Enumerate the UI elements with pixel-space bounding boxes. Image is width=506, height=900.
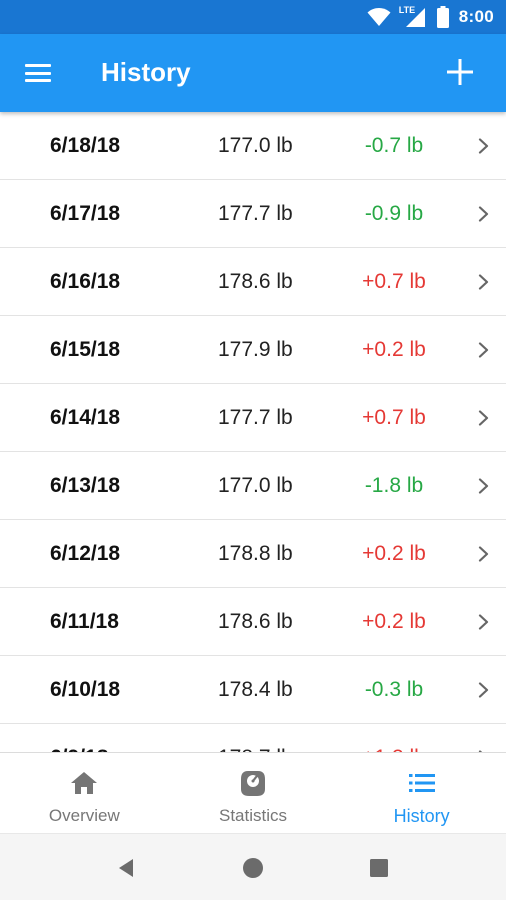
plus-icon (447, 59, 473, 85)
entry-date: 6/13/18 (50, 474, 121, 497)
scale-icon (238, 769, 268, 797)
battery-icon (436, 6, 449, 28)
history-row[interactable]: 6/18/18 177.0 lb -0.7 lb (0, 112, 506, 180)
entry-weight: 178.8 lb (218, 542, 293, 565)
history-row[interactable]: 6/16/18 178.6 lb +0.7 lb (0, 248, 506, 316)
history-list[interactable]: 6/18/18 177.0 lb -0.7 lb 6/17/18 177.7 lb -0.… (0, 112, 506, 752)
entry-date: 6/15/18 (50, 338, 121, 361)
entry-weight: 177.9 lb (218, 338, 293, 361)
list-icon (407, 769, 437, 797)
add-entry-button[interactable] (442, 54, 478, 90)
tab-history[interactable]: History (337, 753, 506, 833)
home-circle-icon (243, 858, 263, 878)
network-type-label: LTE (398, 5, 416, 15)
entry-weight: 178.6 lb (218, 610, 293, 633)
history-row[interactable]: 6/12/18 178.8 lb +0.2 lb (0, 520, 506, 588)
history-row[interactable]: 6/9/18 178.7 lb +1.3 lb (0, 724, 506, 752)
entry-change: +1.3 lb (356, 724, 432, 752)
entry-date: 6/12/18 (50, 542, 121, 565)
tab-overview-label: Overview (48, 806, 120, 825)
chevron-right-icon (478, 274, 489, 290)
system-navigation-bar (0, 833, 506, 900)
entry-change: +0.2 lb (362, 338, 426, 361)
wifi-icon (367, 8, 391, 26)
status-icons: LTE 8:00 (367, 0, 494, 34)
entry-weight: 178.4 lb (218, 678, 293, 701)
menu-icon-bar (25, 79, 51, 82)
entry-weight: 178.7 lb (218, 724, 293, 752)
entry-change: -1.8 lb (364, 474, 424, 497)
chevron-right-icon (478, 682, 489, 698)
chevron-right-icon (478, 138, 489, 154)
entry-weight: 177.7 lb (218, 202, 293, 225)
chevron-right-icon (478, 614, 489, 630)
back-icon (119, 859, 133, 877)
status-bar: LTE 8:00 (0, 0, 506, 34)
tab-history-label: History (393, 806, 450, 826)
entry-weight: 177.7 lb (218, 406, 293, 429)
chevron-right-icon (478, 342, 489, 358)
home-button[interactable] (241, 856, 265, 880)
app-bar: History (0, 34, 506, 112)
chevron-right-icon (478, 206, 489, 222)
entry-weight: 177.0 lb (218, 474, 293, 497)
page-title: History (101, 57, 191, 87)
history-row[interactable]: 6/17/18 177.7 lb -0.9 lb (0, 180, 506, 248)
entry-date: 6/18/18 (50, 134, 121, 157)
entry-change: +0.7 lb (362, 270, 426, 293)
chevron-right-icon (478, 546, 489, 562)
history-row[interactable]: 6/10/18 178.4 lb -0.3 lb (0, 656, 506, 724)
status-time: 8:00 (458, 7, 494, 26)
chevron-right-icon (478, 410, 489, 426)
entry-date: 6/16/18 (50, 270, 121, 293)
entry-change: -0.9 lb (364, 202, 424, 225)
entry-date: 6/14/18 (50, 406, 121, 429)
entry-change: -0.7 lb (364, 134, 424, 157)
history-row[interactable]: 6/11/18 178.6 lb +0.2 lb (0, 588, 506, 656)
tab-statistics[interactable]: Statistics (169, 753, 338, 833)
menu-icon (25, 64, 51, 67)
home-icon (69, 769, 99, 797)
recents-icon (370, 859, 388, 877)
entry-change: +0.7 lb (362, 406, 426, 429)
back-button[interactable] (114, 856, 138, 880)
history-row[interactable]: 6/13/18 177.0 lb -1.8 lb (0, 452, 506, 520)
entry-change: +0.2 lb (362, 542, 426, 565)
entry-weight: 177.0 lb (218, 134, 293, 157)
entry-date: 6/11/18 (50, 610, 119, 633)
menu-button[interactable] (22, 59, 56, 87)
tab-overview[interactable]: Overview (0, 753, 169, 833)
entry-change: +0.2 lb (362, 610, 426, 633)
bottom-navigation: Overview Statistics History (0, 752, 506, 833)
history-row[interactable]: 6/15/18 177.9 lb +0.2 lb (0, 316, 506, 384)
entry-weight: 178.6 lb (218, 270, 293, 293)
tab-statistics-label: Statistics (218, 806, 288, 825)
menu-icon-bar (25, 71, 51, 75)
chevron-right-icon (478, 478, 489, 494)
history-row[interactable]: 6/14/18 177.7 lb +0.7 lb (0, 384, 506, 452)
lte-signal-icon: LTE (398, 5, 427, 28)
recents-button[interactable] (367, 856, 391, 880)
entry-change: -0.3 lb (364, 678, 424, 701)
entry-date: 6/17/18 (50, 202, 121, 225)
entry-date: 6/10/18 (50, 678, 121, 701)
entry-date: 6/9/18 (50, 724, 108, 752)
